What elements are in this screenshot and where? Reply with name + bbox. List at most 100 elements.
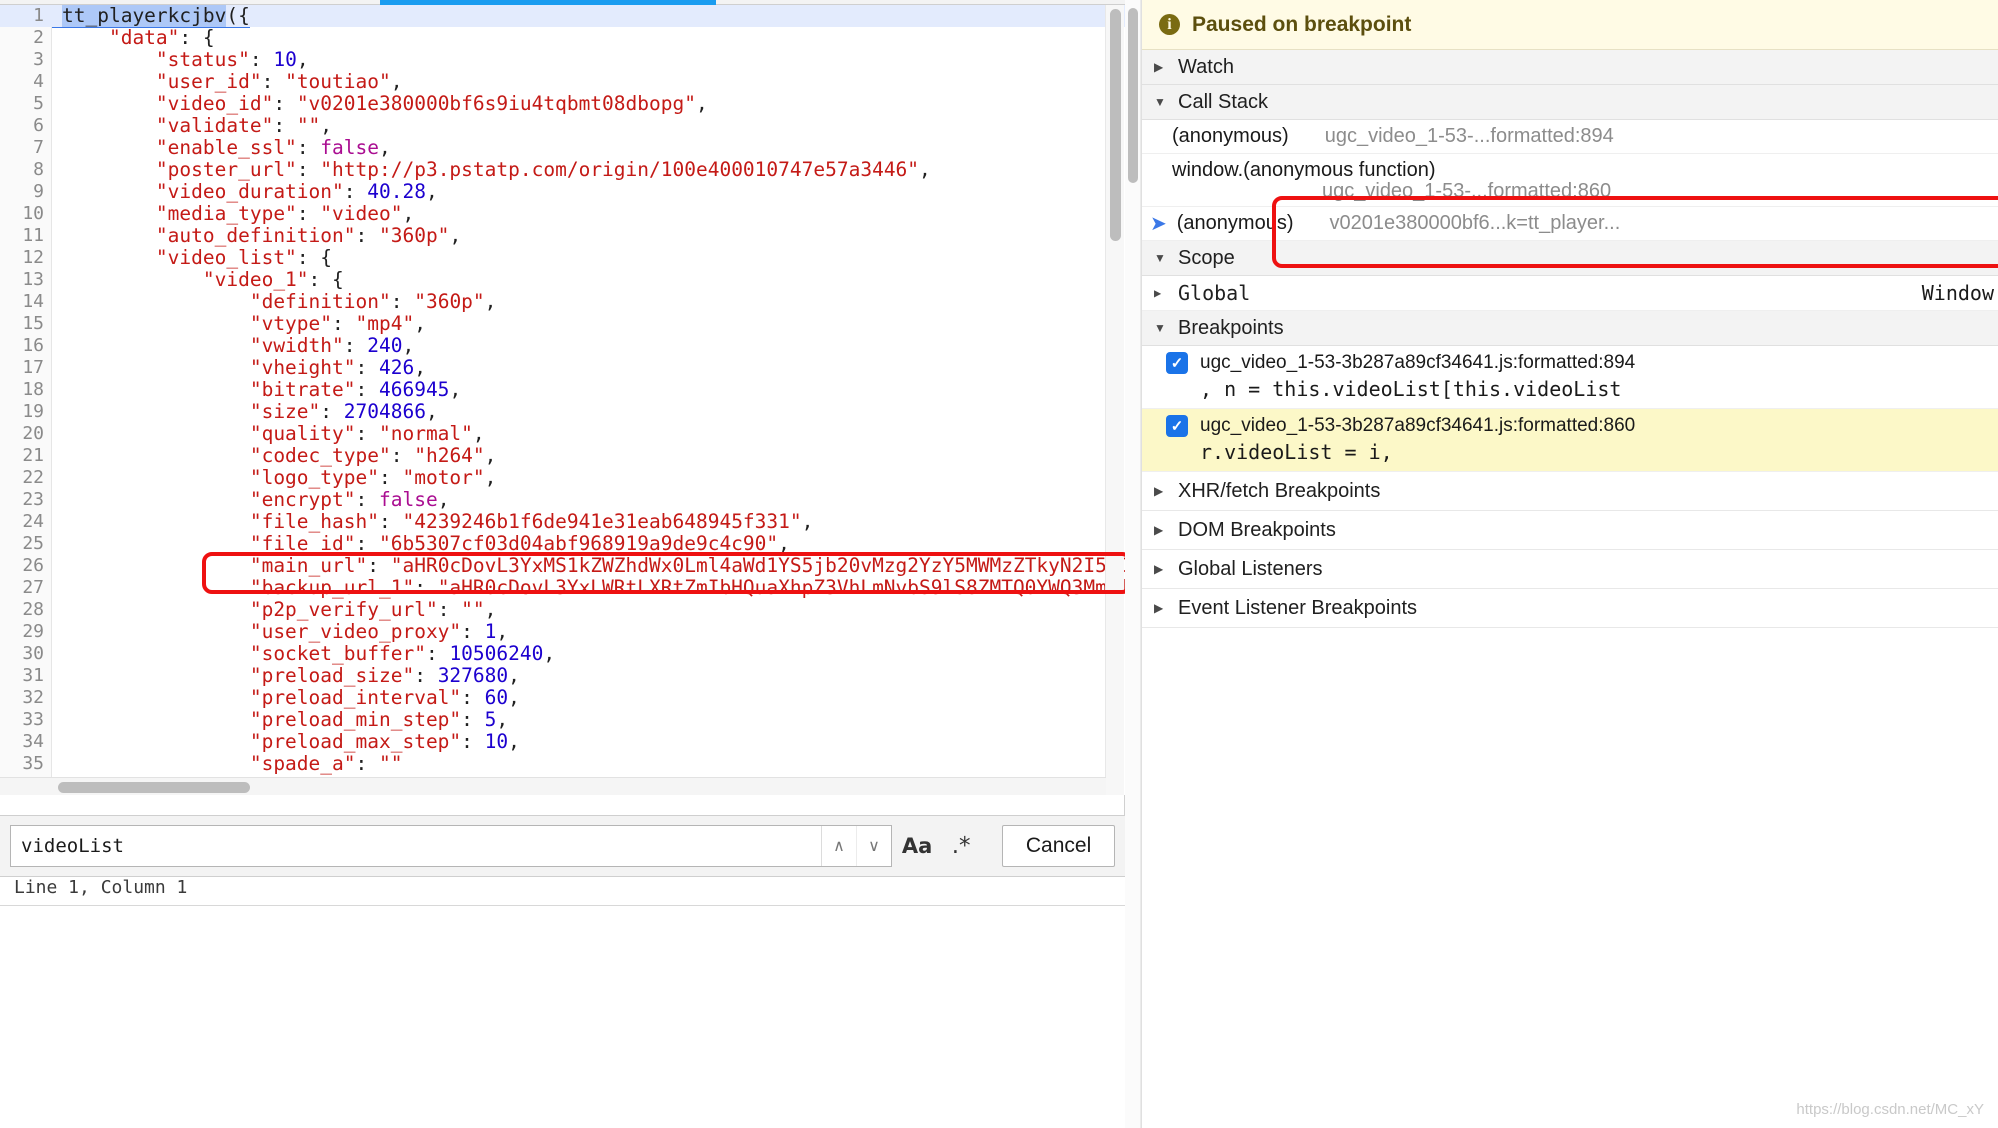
code-text[interactable]: "vheight": 426, [52, 357, 426, 379]
code-line[interactable]: 4 "user_id": "toutiao", [0, 71, 1125, 93]
code-line[interactable]: 33 "preload_min_step": 5, [0, 709, 1125, 731]
code-text[interactable]: "vtype": "mp4", [52, 313, 426, 335]
code-text[interactable]: "preload_interval": 60, [52, 687, 520, 709]
code-line[interactable]: 31 "preload_size": 327680, [0, 665, 1125, 687]
collapsed-section[interactable]: ▶ DOM Breakpoints [1142, 511, 1998, 550]
code-line[interactable]: 24 "file_hash": "4239246b1f6de941e31eab6… [0, 511, 1125, 533]
code-line[interactable]: 15 "vtype": "mp4", [0, 313, 1125, 335]
code-text[interactable]: "user_video_proxy": 1, [52, 621, 508, 643]
code-line[interactable]: 10 "media_type": "video", [0, 203, 1125, 225]
code-line[interactable]: 3 "status": 10, [0, 49, 1125, 71]
call-stack-frame[interactable]: window.(anonymous function) ugc_video_1-5… [1142, 154, 1998, 207]
code-line[interactable]: 9 "video_duration": 40.28, [0, 181, 1125, 203]
editor-vertical-scroll-thumb[interactable] [1110, 9, 1121, 241]
editor-vertical-scrollbar[interactable] [1105, 5, 1124, 795]
code-text[interactable]: "video_id": "v0201e380000bf6s9iu4tqbmt08… [52, 93, 708, 115]
code-line[interactable]: 12 "video_list": { [0, 247, 1125, 269]
sidebar-scrollbar[interactable] [1125, 0, 1141, 1128]
code-line[interactable]: 23 "encrypt": false, [0, 489, 1125, 511]
code-text[interactable]: "enable_ssl": false, [52, 137, 391, 159]
code-line[interactable]: 8 "poster_url": "http://p3.pstatp.com/or… [0, 159, 1125, 181]
code-text[interactable]: "vwidth": 240, [52, 335, 414, 357]
call-stack-frame[interactable]: ➤ (anonymous) v0201e380000bf6...k=tt_playe… [1142, 207, 1998, 241]
editor-horizontal-scrollbar[interactable] [0, 777, 1106, 795]
code-text[interactable]: "definition": "360p", [52, 291, 497, 313]
code-line[interactable]: 35 "spade_a": "" [0, 753, 1125, 775]
code-text[interactable]: "size": 2704866, [52, 401, 438, 423]
code-text[interactable]: tt_playerkcjbv({ [52, 5, 250, 28]
find-prev-icon[interactable]: ∧ [822, 826, 856, 866]
call-stack-frame[interactable]: (anonymous) ugc_video_1-53-...formatted:8… [1142, 120, 1998, 154]
section-call-stack[interactable]: ▼ Call Stack [1142, 85, 1998, 120]
code-text[interactable]: "codec_type": "h264", [52, 445, 497, 467]
code-text[interactable]: "bitrate": 466945, [52, 379, 461, 401]
find-input-wrapper[interactable]: ∧ ∨ [10, 825, 892, 867]
breakpoint-checkbox[interactable]: ✓ [1166, 415, 1188, 437]
code-line[interactable]: 30 "socket_buffer": 10506240, [0, 643, 1125, 665]
code-text[interactable]: "file_id": "6b5307cf03d04abf968919a9de9c… [52, 533, 790, 555]
code-line[interactable]: 28 "p2p_verify_url": "", [0, 599, 1125, 621]
editor-horizontal-scroll-thumb[interactable] [58, 782, 250, 793]
code-line[interactable]: 17 "vheight": 426, [0, 357, 1125, 379]
code-line[interactable]: 21 "codec_type": "h264", [0, 445, 1125, 467]
code-line[interactable]: 5 "video_id": "v0201e380000bf6s9iu4tqbmt… [0, 93, 1125, 115]
search-input[interactable] [11, 826, 821, 866]
code-text[interactable]: "validate": "", [52, 115, 332, 137]
code-text[interactable]: "auto_definition": "360p", [52, 225, 461, 247]
code-text[interactable]: "media_type": "video", [52, 203, 414, 225]
code-text[interactable]: "data": { [52, 27, 215, 49]
match-case-button[interactable]: Aa [898, 834, 936, 858]
collapsed-section[interactable]: ▶ Global Listeners [1142, 550, 1998, 589]
code-text[interactable]: "socket_buffer": 10506240, [52, 643, 555, 665]
code-line[interactable]: 32 "preload_interval": 60, [0, 687, 1125, 709]
code-text[interactable]: "backup_url_1": "aHR0cDovL3YxLWRtLXRtZmI… [52, 577, 1125, 599]
code-text[interactable]: "video_list": { [52, 247, 332, 269]
code-text[interactable]: "main_url": "aHR0cDovL3YxMS1kZWZhdWx0Lml… [52, 555, 1125, 577]
code-text[interactable]: "p2p_verify_url": "", [52, 599, 497, 621]
code-line[interactable]: 27 "backup_url_1": "aHR0cDovL3YxLWRtLXRt… [0, 577, 1125, 599]
code-line[interactable]: 18 "bitrate": 466945, [0, 379, 1125, 401]
section-watch[interactable]: ▶ Watch [1142, 50, 1998, 85]
collapsed-section[interactable]: ▶ Event Listener Breakpoints [1142, 589, 1998, 628]
code-line[interactable]: 1 tt_playerkcjbv({ [0, 5, 1125, 28]
section-breakpoints[interactable]: ▼ Breakpoints [1142, 311, 1998, 346]
code-text[interactable]: "preload_size": 327680, [52, 665, 520, 687]
code-text[interactable]: "quality": "normal", [52, 423, 485, 445]
regex-button[interactable]: .* [942, 833, 980, 859]
code-line[interactable]: 26 "main_url": "aHR0cDovL3YxMS1kZWZhdWx0… [0, 555, 1125, 577]
code-line[interactable]: 13 "video_1": { [0, 269, 1125, 291]
code-text[interactable]: "preload_min_step": 5, [52, 709, 508, 731]
code-text[interactable]: "user_id": "toutiao", [52, 71, 403, 93]
breakpoint-item[interactable]: ✓ ugc_video_1-53-3b287a89cf34641.js:forma… [1142, 409, 1998, 472]
code-text[interactable]: "file_hash": "4239246b1f6de941e31eab6489… [52, 511, 814, 533]
code-line[interactable]: 20 "quality": "normal", [0, 423, 1125, 445]
code-line[interactable]: 19 "size": 2704866, [0, 401, 1125, 423]
code-line[interactable]: 14 "definition": "360p", [0, 291, 1125, 313]
code-text[interactable]: "poster_url": "http://p3.pstatp.com/orig… [52, 159, 931, 181]
code-text[interactable]: "video_1": { [52, 269, 344, 291]
section-scope[interactable]: ▼ Scope [1142, 241, 1998, 276]
code-text[interactable]: "encrypt": false, [52, 489, 450, 511]
code-lines[interactable]: 1 tt_playerkcjbv({2 "data": {3 "status": … [0, 5, 1125, 795]
code-line[interactable]: 29 "user_video_proxy": 1, [0, 621, 1125, 643]
code-line[interactable]: 7 "enable_ssl": false, [0, 137, 1125, 159]
code-text[interactable]: "spade_a": "" [52, 753, 403, 775]
breakpoint-checkbox[interactable]: ✓ [1166, 352, 1188, 374]
code-text[interactable]: "preload_max_step": 10, [52, 731, 520, 753]
code-line[interactable]: 34 "preload_max_step": 10, [0, 731, 1125, 753]
sidebar-scroll-thumb[interactable] [1128, 8, 1138, 183]
code-line[interactable]: 22 "logo_type": "motor", [0, 467, 1125, 489]
scope-entry[interactable]: ▶ Global Window [1142, 276, 1998, 311]
collapsed-section[interactable]: ▶ XHR/fetch Breakpoints [1142, 472, 1998, 511]
find-next-icon[interactable]: ∨ [856, 826, 891, 866]
code-line[interactable]: 2 "data": { [0, 27, 1125, 49]
breakpoint-item[interactable]: ✓ ugc_video_1-53-3b287a89cf34641.js:forma… [1142, 346, 1998, 409]
code-line[interactable]: 16 "vwidth": 240, [0, 335, 1125, 357]
code-line[interactable]: 6 "validate": "", [0, 115, 1125, 137]
code-text[interactable]: "logo_type": "motor", [52, 467, 497, 489]
code-viewport[interactable]: 1 tt_playerkcjbv({2 "data": {3 "status": … [0, 5, 1125, 795]
code-line[interactable]: 25 "file_id": "6b5307cf03d04abf968919a9d… [0, 533, 1125, 555]
cancel-button[interactable]: Cancel [1002, 825, 1115, 867]
code-text[interactable]: "status": 10, [52, 49, 309, 71]
code-text[interactable]: "video_duration": 40.28, [52, 181, 438, 203]
